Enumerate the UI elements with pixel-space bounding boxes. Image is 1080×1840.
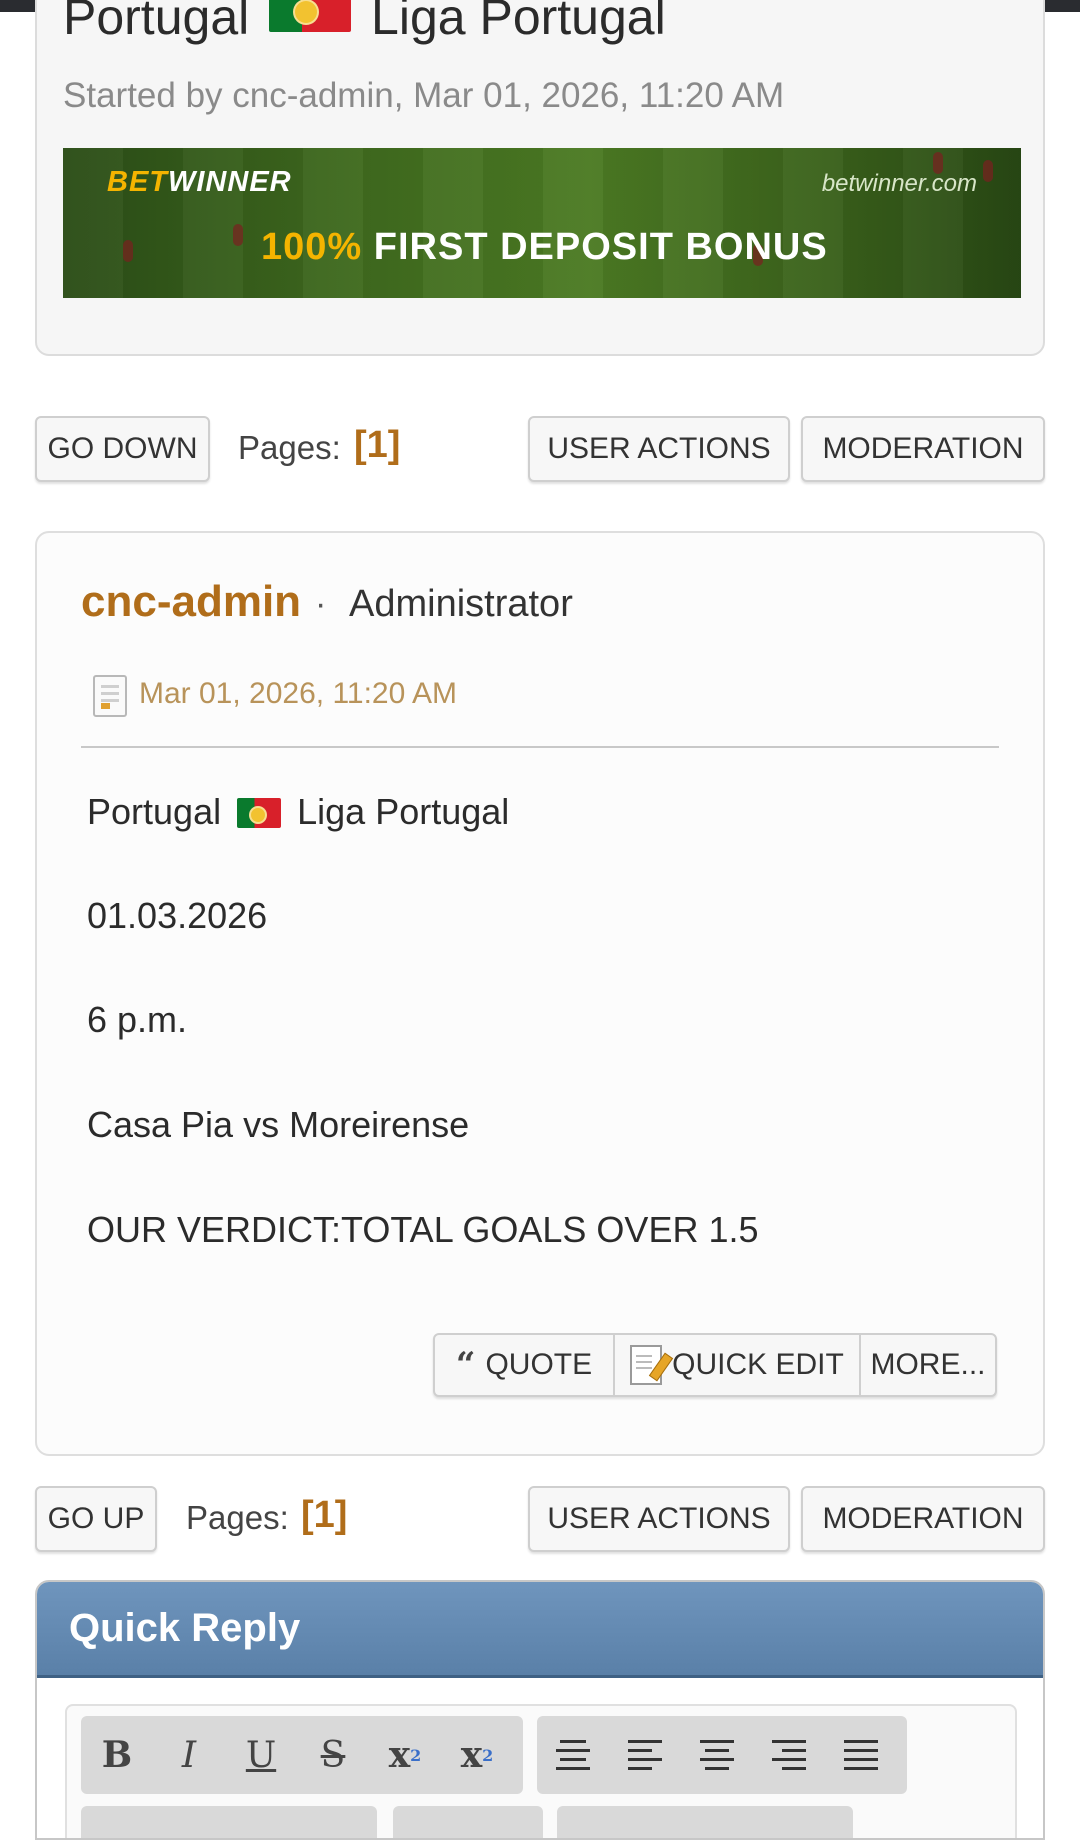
underline-button[interactable]: U <box>225 1716 297 1794</box>
post-divider <box>81 746 999 748</box>
quick-edit-button[interactable]: QUICK EDIT <box>615 1335 861 1395</box>
align-center-button[interactable] <box>681 1716 753 1794</box>
moderation-button[interactable]: MODERATION <box>801 1486 1045 1552</box>
player-figure <box>983 160 993 182</box>
align-right-icon <box>772 1740 806 1770</box>
portugal-flag-icon <box>237 798 282 828</box>
quote-button[interactable]: “ QUOTE <box>435 1335 615 1395</box>
italic-button[interactable]: I <box>153 1716 225 1794</box>
post-league: Liga Portugal <box>297 791 510 832</box>
align-toolbar <box>537 1716 907 1794</box>
font-toolbar <box>393 1806 543 1838</box>
page-number-link[interactable]: [1] <box>354 424 400 467</box>
go-up-button[interactable]: GO UP <box>35 1486 157 1552</box>
post-line-time: 6 p.m. <box>87 999 188 1040</box>
pages-label: Pages: <box>238 429 341 466</box>
align-right-button[interactable] <box>753 1716 825 1794</box>
color-toolbar <box>81 1806 377 1838</box>
quick-reply-panel: Quick Reply B I U S x2 x2 <box>35 1580 1045 1840</box>
topic-title-left: Portugal <box>63 0 250 45</box>
bonus-percent: 100% <box>261 226 363 268</box>
insert-toolbar <box>557 1806 853 1838</box>
format-toolbar: B I U S x2 x2 <box>81 1716 523 1794</box>
user-actions-button[interactable]: USER ACTIONS <box>528 416 790 482</box>
strikethrough-button[interactable]: S <box>297 1716 369 1794</box>
post-line-date: 01.03.2026 <box>87 895 268 936</box>
subscript-button[interactable]: x2 <box>441 1716 513 1794</box>
superscript-mark-icon: 2 <box>410 1745 422 1765</box>
topic-started-by: Started by cnc-admin, Mar 01, 2026, 11:2… <box>63 76 785 115</box>
align-center-button[interactable] <box>537 1716 609 1794</box>
bold-button[interactable]: B <box>81 1716 153 1794</box>
subscript-mark-icon: 2 <box>482 1745 494 1765</box>
post-line-league: Portugal Liga Portugal <box>87 791 509 833</box>
post-actions: “ QUOTE QUICK EDIT MORE... <box>433 1333 997 1397</box>
align-justify-icon <box>844 1740 878 1770</box>
portugal-flag-icon <box>269 0 352 32</box>
quote-icon: “ <box>455 1345 476 1385</box>
player-figure <box>233 224 243 246</box>
post-country: Portugal <box>87 791 222 832</box>
player-figure <box>123 240 133 262</box>
moderation-button[interactable]: MODERATION <box>801 416 1045 482</box>
strike-label: S <box>320 1734 346 1776</box>
page-number-link[interactable]: [1] <box>301 1494 347 1537</box>
topic-header-card: Portugal Liga Portugal Started by cnc-ad… <box>35 0 1045 356</box>
post-line-match: Casa Pia vs Moreirense <box>87 1104 470 1145</box>
superscript-button[interactable]: x2 <box>369 1716 441 1794</box>
poster-role: Administrator <box>349 583 573 625</box>
pages-label: Pages: <box>186 1499 289 1536</box>
align-left-button[interactable] <box>609 1716 681 1794</box>
go-down-button[interactable]: GO DOWN <box>35 416 210 482</box>
topic-title-right: Liga Portugal <box>371 0 666 45</box>
align-center-icon <box>700 1740 734 1770</box>
superscript-label: x <box>388 1734 411 1776</box>
bonus-text: FIRST DEPOSIT BONUS <box>373 226 828 268</box>
user-actions-button[interactable]: USER ACTIONS <box>528 1486 790 1552</box>
separator-dot: · <box>315 585 327 623</box>
quote-label: QUOTE <box>485 1348 593 1381</box>
post-document-icon <box>93 675 127 717</box>
align-center-icon <box>556 1740 590 1770</box>
more-button[interactable]: MORE... <box>861 1335 995 1395</box>
align-justify-button[interactable] <box>825 1716 897 1794</box>
brand-part2: WINNER <box>168 166 292 198</box>
post-line-verdict: OUR VERDICT:TOTAL GOALS OVER 1.5 <box>87 1209 759 1250</box>
brand-part1: BET <box>107 166 168 198</box>
quick-reply-header[interactable]: Quick Reply <box>37 1582 1043 1678</box>
subscript-label: x <box>460 1734 483 1776</box>
align-left-icon <box>628 1740 662 1770</box>
bold-label: B <box>101 1734 133 1776</box>
post-card: cnc-admin · Administrator Mar 01, 2026, … <box>35 531 1045 1456</box>
ad-banner[interactable]: BETWINNER betwinner.com 100% FIRST DEPOS… <box>63 148 1021 298</box>
topic-title: Portugal Liga Portugal <box>63 0 666 42</box>
post-date-link[interactable]: Mar 01, 2026, 11:20 AM <box>139 677 457 711</box>
banner-site: betwinner.com <box>821 170 977 197</box>
banner-bonus: 100% FIRST DEPOSIT BONUS <box>261 226 828 269</box>
banner-brand-logo: BETWINNER <box>107 166 292 199</box>
quick-edit-label: QUICK EDIT <box>672 1348 844 1381</box>
poster-name-link[interactable]: cnc-admin <box>81 577 301 627</box>
editor-area: B I U S x2 x2 <box>65 1704 1017 1838</box>
underline-label: U <box>245 1734 277 1776</box>
quick-reply-title: Quick Reply <box>69 1606 301 1650</box>
edit-pencil-icon <box>630 1345 663 1385</box>
italic-label: I <box>181 1734 197 1776</box>
